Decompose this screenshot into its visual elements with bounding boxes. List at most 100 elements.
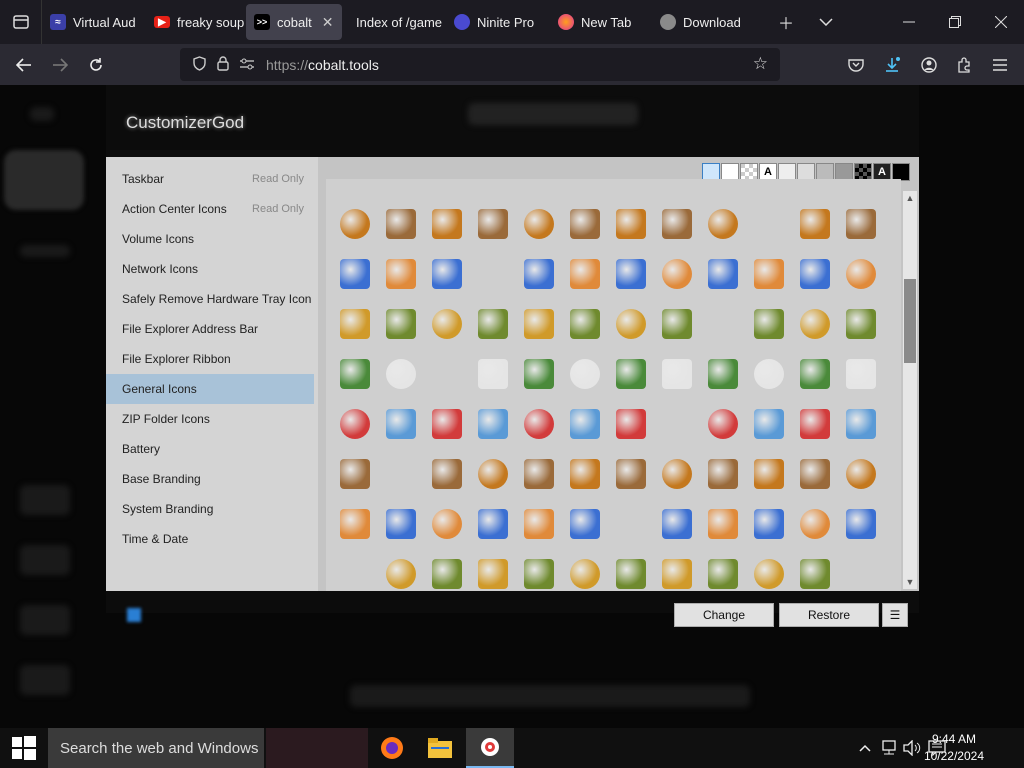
icon-preview-tile[interactable] [524,309,554,339]
icon-preview-tile[interactable] [478,309,508,339]
icon-preview-tile[interactable] [432,459,462,489]
icon-preview-tile[interactable] [662,359,692,389]
icon-preview-tile[interactable] [846,259,876,289]
account-icon[interactable] [911,44,947,85]
icon-preview-tile[interactable] [478,209,508,239]
category-taskbar[interactable]: Taskbar Read Only [106,164,314,194]
icon-preview-tile[interactable] [800,409,830,439]
pocket-icon[interactable] [838,44,874,85]
options-menu-button[interactable]: ☰ [882,603,908,627]
icon-preview-tile[interactable] [570,559,600,589]
permissions-icon[interactable] [236,57,258,73]
icon-preview-tile[interactable] [432,409,462,439]
category-volume-icons[interactable]: Volume Icons [106,224,314,254]
icon-preview-tile[interactable] [800,509,830,539]
tab-ninite[interactable]: Ninite Pro [446,4,550,40]
icon-preview-tile[interactable] [662,259,692,289]
category-action-center-icons[interactable]: Action Center Icons Read Only [106,194,314,224]
hamburger-menu-icon[interactable] [982,44,1018,85]
icon-preview-tile[interactable] [662,309,692,339]
icon-preview-tile[interactable] [340,359,370,389]
icon-preview-tile[interactable] [754,359,784,389]
icon-preview-tile[interactable] [662,459,692,489]
tab-overflow-chevron-icon[interactable] [803,0,849,44]
category-time-date[interactable]: Time & Date [106,524,314,554]
url-bar[interactable]: https://cobalt.tools ☆ [180,48,780,81]
icon-preview-tile[interactable] [800,459,830,489]
icon-preview-tile[interactable] [754,459,784,489]
network-icon[interactable] [878,728,900,768]
icon-preview-tile[interactable] [386,259,416,289]
icon-preview-tile[interactable] [616,409,646,439]
icon-preview-tile[interactable] [386,409,416,439]
icon-preview-tile[interactable] [570,259,600,289]
icon-preview-tile[interactable] [524,409,554,439]
icon-preview-tile[interactable] [708,459,738,489]
icon-preview-tile[interactable] [708,559,738,589]
icon-preview-tile[interactable] [524,209,554,239]
category-battery[interactable]: Battery [106,434,314,464]
scroll-thumb[interactable] [904,279,916,363]
icon-preview-tile[interactable] [846,409,876,439]
volume-icon[interactable] [901,728,923,768]
tab-index-games[interactable]: Index of /game [342,4,446,40]
minimize-icon[interactable] [886,0,932,44]
icon-preview-tile[interactable] [570,509,600,539]
icon-preview-tile[interactable] [386,559,416,589]
icon-preview-tile[interactable] [708,409,738,439]
category-zip-folder-icons[interactable]: ZIP Folder Icons [106,404,314,434]
icon-preview-tile[interactable] [754,409,784,439]
icon-preview-tile[interactable] [478,559,508,589]
windows-start-icon[interactable] [0,728,48,768]
icon-preview-tile[interactable] [340,309,370,339]
file-explorer-taskbar-icon[interactable] [416,728,464,768]
icon-preview-tile[interactable] [708,359,738,389]
icon-preview-tile[interactable] [754,559,784,589]
customizergod-taskbar-icon[interactable] [466,728,514,768]
icon-preview-tile[interactable] [616,359,646,389]
downloads-icon[interactable] [874,44,910,85]
icon-preview-tile[interactable] [478,359,508,389]
close-tab-icon[interactable]: ✕ [322,14,334,31]
category-network-icons[interactable]: Network Icons [106,254,314,284]
icon-preview-tile[interactable] [340,459,370,489]
icon-preview-tile[interactable] [386,359,416,389]
close-window-icon[interactable] [978,0,1024,44]
restore-window-icon[interactable] [932,0,978,44]
icon-preview-tile[interactable] [340,209,370,239]
icon-preview-tile[interactable] [708,509,738,539]
scroll-down-icon[interactable]: ▼ [903,575,917,589]
icon-preview-tile[interactable] [800,209,830,239]
icon-preview-tile[interactable] [386,509,416,539]
lock-icon[interactable] [212,55,234,74]
icon-preview-tile[interactable] [340,409,370,439]
icon-preview-tile[interactable] [386,209,416,239]
icon-preview-tile[interactable] [570,309,600,339]
icon-preview-tile[interactable] [432,559,462,589]
icon-preview-tile[interactable] [616,309,646,339]
icon-preview-tile[interactable] [340,509,370,539]
icon-preview-tile[interactable] [616,259,646,289]
category-safely-remove-hardware[interactable]: Safely Remove Hardware Tray Icon [106,284,314,314]
taskbar-search-box[interactable]: Search the web and Windows [48,728,264,768]
firefox-taskbar-icon[interactable] [368,728,416,768]
tab-new-tab[interactable]: New Tab [550,4,652,40]
forward-arrow-icon[interactable] [42,47,78,83]
icon-grid-scrollbar[interactable]: ▲ ▼ [903,191,917,589]
tab-virtual-audio[interactable]: ≈ Virtual Aud [42,4,146,40]
icon-preview-tile[interactable] [846,309,876,339]
shield-icon[interactable] [188,55,210,74]
icon-preview-tile[interactable] [616,559,646,589]
icon-preview-tile[interactable] [846,459,876,489]
icon-preview-tile[interactable] [478,459,508,489]
icon-preview-tile[interactable] [524,259,554,289]
tab-cobalt[interactable]: >> cobalt ✕ [246,4,342,40]
scroll-up-icon[interactable]: ▲ [903,191,917,205]
icon-preview-tile[interactable] [616,459,646,489]
tab-list-icon[interactable] [0,0,42,44]
icon-preview-tile[interactable] [524,359,554,389]
taskbar-app-slot[interactable] [266,728,368,768]
icon-preview-tile[interactable] [662,559,692,589]
icon-preview-tile[interactable] [478,409,508,439]
category-system-branding[interactable]: System Branding [106,494,314,524]
